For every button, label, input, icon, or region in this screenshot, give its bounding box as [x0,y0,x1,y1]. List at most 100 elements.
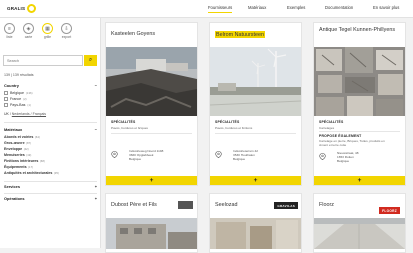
category-count: (42) [23,147,29,151]
divider [4,122,97,123]
country-option-france[interactable]: France (2) [4,97,27,101]
card-section-label: SPÉCIALITÉS [215,120,240,124]
card-specialities: Pavés, bordures et finitions [215,126,253,130]
card-also-label: PROPOSE ÉGALEMENT [319,134,362,138]
language-switch: UK / Nederlands / Français [4,112,46,116]
card-title: Antique Tegel Kunnen-Phillyens [319,27,396,33]
more-info-button[interactable]: + [314,176,405,185]
card-title: Floorz [319,202,334,208]
results-count: 139 | 139 résultats [4,73,34,77]
language-link[interactable]: Nederlands / Français [12,112,46,116]
view-switcher: ≡ liste ◈ carte ▦ grille ⇩ export [2,23,74,39]
category-label: Équipements [4,165,27,169]
card-title: Dubost Père et Fils [111,202,157,208]
supplier-card[interactable]: Seelozad GRAVILAS [209,193,302,253]
divider [4,181,97,182]
search-box: ⌕ [3,55,97,66]
country-option-pays-bas[interactable]: Pays-Bas (1) [4,103,31,107]
address-country: Belgique [337,159,350,164]
location-pin-icon [111,151,118,158]
services-filter-header[interactable]: Services + [4,184,97,189]
map-icon: ◈ [23,23,34,34]
filter-sidebar: ≡ liste ◈ carte ▦ grille ⇩ export ⌕ 139 … [0,18,101,248]
search-input[interactable] [3,55,83,66]
category-label: Antiquités et architecturales [4,171,53,175]
main-nav: Fournisseurs Matériaux Exemples Document… [0,5,413,17]
view-map[interactable]: ◈ carte [21,23,36,39]
checkbox[interactable] [4,103,8,107]
country-option-label: France [10,97,22,101]
search-button[interactable]: ⌕ [84,55,97,66]
services-label: Services [4,184,21,189]
category-gros-oeuvre[interactable]: Gros-œuvre (87) [4,141,31,145]
card-photo [106,218,197,249]
supplier-card[interactable]: Floorz FLOORZ [313,193,406,253]
top-bar: GRALIS Fournisseurs Matériaux Exemples D… [0,0,413,18]
collapse-icon: − [94,83,97,88]
category-label: Gros-œuvre [4,141,25,145]
view-grid[interactable]: ▦ grille [40,23,55,39]
divider [215,133,296,134]
category-abords[interactable]: Abords et voiries (64) [4,135,40,139]
collapse-icon: − [94,127,97,132]
category-count: (64) [34,135,40,139]
grid-icon: ▦ [42,23,53,34]
category-antiquites[interactable]: Antiquités et architecturales (35) [4,171,59,175]
view-grid-label: grille [43,35,52,39]
card-brand-logo: GRAVILAS [274,202,298,209]
more-info-button[interactable]: + [106,176,197,185]
country-label: Country [4,83,19,88]
card-title: Kasteelen Goyens [111,31,156,37]
card-logo [178,201,193,209]
nav-fournisseurs[interactable]: Fournisseurs [208,5,233,13]
card-photo [106,47,197,116]
materials-label: Matériaux [4,127,23,132]
view-list[interactable]: ≡ liste [2,23,17,39]
supplier-card[interactable]: Belrom Natuursteen SPÉCIALITÉS Pavés, bo… [209,22,302,186]
checkbox[interactable] [4,97,8,101]
category-menuiseries[interactable]: Menuiseries (19) [4,153,31,157]
supplier-card[interactable]: Dubost Père et Fils [105,193,198,253]
category-equipements[interactable]: Équipements (17) [4,165,33,169]
card-brand-logo: FLOORZ [379,207,400,214]
category-label: Abords et voiries [4,135,34,139]
expand-icon: + [94,184,97,189]
card-specialities: Carrelages [319,126,335,130]
expand-icon: + [94,196,97,201]
view-export[interactable]: ⇩ export [59,23,74,39]
nav-en-savoir-plus[interactable]: En savoir plus [373,5,399,10]
export-icon: ⇩ [61,23,72,34]
divider [4,193,97,194]
country-filter-header[interactable]: Country − [4,83,97,88]
view-list-label: liste [6,35,13,39]
supplier-card[interactable]: Antique Tegel Kunnen-Phillyens SPÉCIALIT… [313,22,406,186]
nav-exemples[interactable]: Exemples [287,5,305,10]
checkbox[interactable] [4,91,8,95]
operations-filter-header[interactable]: Opérations + [4,196,97,201]
category-count: (35) [53,171,59,175]
view-export-label: export [61,35,72,39]
more-info-button[interactable]: + [210,176,301,185]
card-section-label: SPÉCIALITÉS [319,120,344,124]
nav-documentation[interactable]: Documentation [325,5,353,10]
divider [319,131,400,132]
card-address: Industrieweg Noord 1198 3660 Opglabbeek … [129,149,163,162]
category-enveloppe[interactable]: Enveloppe (42) [4,147,29,151]
category-finitions[interactable]: Finitions intérieures (68) [4,159,45,163]
country-option-label: Pays-Bas [10,103,26,107]
card-photo [314,218,405,249]
country-option-belgique[interactable]: Belgique (136) [4,91,33,95]
category-count: (19) [26,153,32,157]
view-map-label: carte [24,35,33,39]
country-option-count: (2) [23,97,27,101]
category-count: (17) [28,165,34,169]
address-country: Belgique [129,157,142,162]
materials-filter-header[interactable]: Matériaux − [4,127,97,132]
search-icon: ⌕ [88,57,93,63]
address-country: Belgique [233,157,246,162]
country-option-count: (136) [26,91,33,95]
divider [111,133,192,134]
supplier-card[interactable]: Kasteelen Goyens SPÉCIALITÉS Pavés, bord… [105,22,198,186]
card-address: Nieuwstraat, 48 1653 Rotten Belgique [337,151,359,164]
nav-materiaux[interactable]: Matériaux [248,5,266,10]
